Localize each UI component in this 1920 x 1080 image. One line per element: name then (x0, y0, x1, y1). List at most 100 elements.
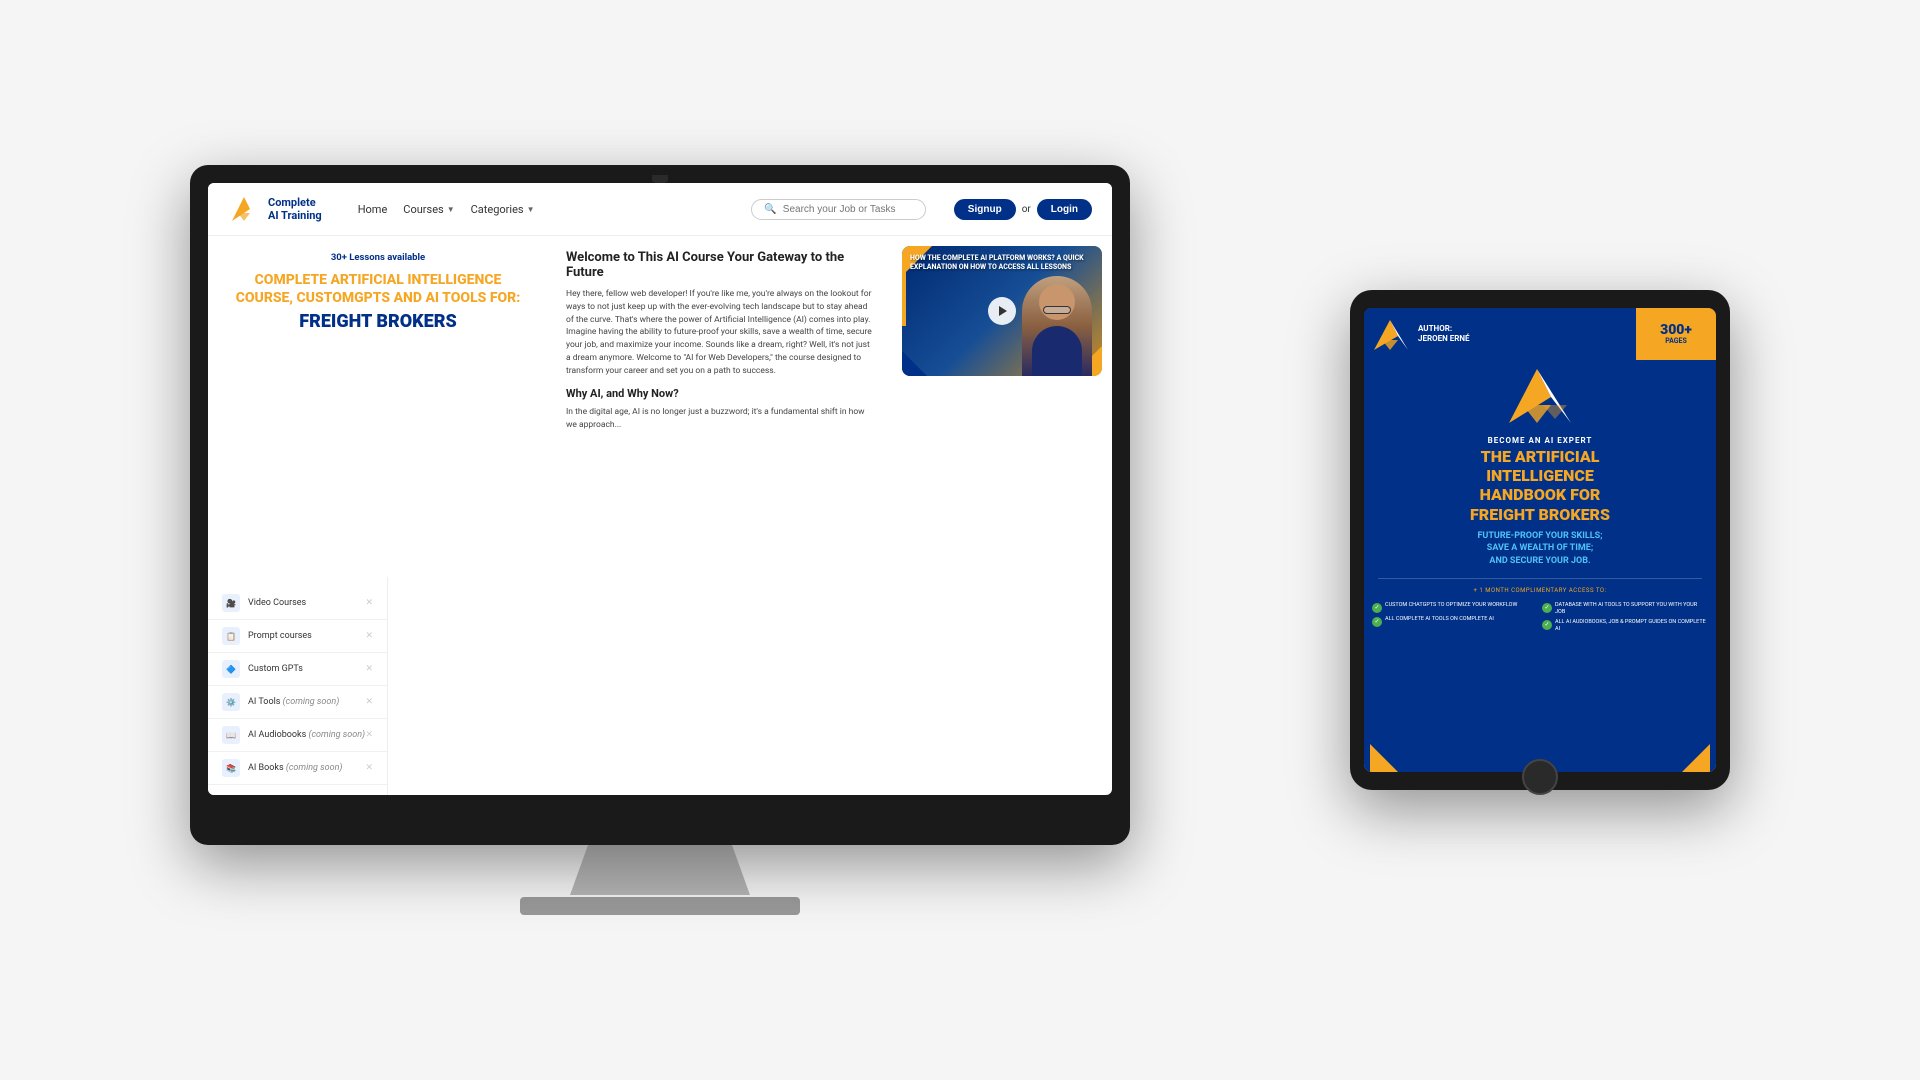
check-icon-2: ✓ (1542, 603, 1552, 613)
monitor-base (520, 897, 800, 915)
ai-tools-icon: ⚙️ (222, 693, 240, 711)
nav-categories[interactable]: Categories ▼ (471, 203, 535, 216)
hero-title: COMPLETE ARTIFICIAL INTELLIGENCE COURSE,… (228, 271, 528, 307)
sidebar-video-courses[interactable]: 🎥 Video Courses ✕ (208, 587, 387, 620)
search-icon: 🔍 (764, 204, 776, 215)
feature-text-1: CUSTOM CHATGPTS TO OPTIMIZE YOUR WORKFLO… (1385, 602, 1517, 609)
nav-links: Home Courses ▼ Categories ▼ (358, 203, 535, 216)
sidebar: 🎥 Video Courses ✕ 📋 Prompt courses (208, 577, 388, 795)
book-cover: AUTHOR: JEROEN ERNÉ 300+ PAGES (1364, 308, 1716, 772)
desktop-monitor: Complete AI Training Home Courses ▼ (190, 165, 1130, 915)
article-body: Hey there, fellow web developer! If you'… (566, 288, 874, 377)
sidebar-label: Custom GPTs (248, 664, 303, 674)
left-panel: 30+ Lessons available COMPLETE ARTIFICIA… (208, 236, 548, 795)
check-icon-3: ✓ (1372, 617, 1382, 627)
book-divider (1378, 578, 1702, 579)
main-content: 30+ Lessons available COMPLETE ARTIFICIA… (208, 236, 1112, 795)
video-text-overlay: HOW THE COMPLETE AI PLATFORM WORKS? A QU… (910, 254, 1102, 272)
tablet: AUTHOR: JEROEN ERNÉ 300+ PAGES (1350, 290, 1730, 790)
tablet-frame: AUTHOR: JEROEN ERNÉ 300+ PAGES (1350, 290, 1730, 790)
check-icon-4: ✓ (1542, 620, 1552, 630)
sidebar-prompt-courses[interactable]: 📋 Prompt courses ✕ (208, 620, 387, 653)
monitor-screen: Complete AI Training Home Courses ▼ (208, 183, 1112, 795)
article-subheading: Why AI, and Why Now? (566, 387, 874, 400)
tablet-screen: AUTHOR: JEROEN ERNÉ 300+ PAGES (1364, 308, 1716, 772)
book-pages-count: 300+ (1660, 323, 1692, 337)
sidebar-label: AI Audiobooks (coming soon) (248, 730, 365, 740)
feature-text-2: DATABASE WITH AI TOOLS TO SUPPORT YOU WI… (1555, 602, 1708, 616)
book-feature-1: ✓ CUSTOM CHATGPTS TO OPTIMIZE YOUR WORKF… (1372, 602, 1538, 613)
video-thumbnail[interactable]: HOW THE COMPLETE AI PLATFORM WORKS? A QU… (902, 246, 1102, 376)
triangle-left (1370, 744, 1398, 772)
monitor-frame: Complete AI Training Home Courses ▼ (190, 165, 1130, 845)
person-image (1022, 276, 1092, 376)
search-input[interactable] (783, 204, 913, 215)
book-tagline: FUTURE-PROOF YOUR SKILLS; SAVE A WEALTH … (1364, 524, 1716, 574)
triangle-right (1682, 744, 1710, 772)
search-bar[interactable]: 🔍 (751, 199, 925, 220)
video-courses-icon: 🎥 (222, 594, 240, 612)
login-button[interactable]: Login (1037, 199, 1092, 220)
nav-courses[interactable]: Courses ▼ (403, 203, 454, 216)
feature-text-3: ALL COMPLETE AI TOOLS ON COMPLETE AI (1385, 616, 1494, 623)
sidebar-ai-audiobooks[interactable]: 📖 AI Audiobooks (coming soon) ✕ (208, 719, 387, 752)
ai-audiobooks-icon: 📖 (222, 726, 240, 744)
book-pages-area: 300+ PAGES (1636, 308, 1716, 360)
book-logo-small (1372, 316, 1412, 352)
video-orange-bar (902, 266, 906, 326)
video-section: HOW THE COMPLETE AI PLATFORM WORKS? A QU… (892, 236, 1112, 795)
book-feature-2: ✓ DATABASE WITH AI TOOLS TO SUPPORT YOU … (1542, 602, 1708, 616)
book-top-bar: AUTHOR: JEROEN ERNÉ 300+ PAGES (1364, 308, 1716, 360)
logo: Complete AI Training (228, 193, 322, 225)
prompt-courses-icon: 📋 (222, 627, 240, 645)
sidebar-close-icon[interactable]: ✕ (365, 763, 373, 773)
video-title-text: HOW THE COMPLETE AI PLATFORM WORKS? A QU… (910, 254, 1102, 272)
book-main-title: THE ARTIFICIAL INTELLIGENCE HANDBOOK FOR… (1364, 447, 1716, 524)
sidebar-close-icon[interactable]: ✕ (365, 697, 373, 707)
sidebar-ai-books[interactable]: 📚 AI Books (coming soon) ✕ (208, 752, 387, 785)
categories-chevron: ▼ (527, 205, 535, 214)
sidebar-label: Prompt courses (248, 631, 312, 641)
nav-home[interactable]: Home (358, 203, 388, 216)
tablet-home-button[interactable] (1522, 759, 1558, 795)
sidebar-close-icon[interactable]: ✕ (365, 730, 373, 740)
article-content: Welcome to This AI Course Your Gateway t… (548, 236, 892, 795)
feature-text-4: ALL AI AUDIOBOOKS, JOB & PROMPT GUIDES O… (1555, 619, 1708, 633)
video-play-button[interactable] (988, 297, 1016, 325)
person-body (1032, 326, 1082, 376)
article-body2: In the digital age, AI is no longer just… (566, 406, 874, 432)
or-label: or (1022, 204, 1031, 215)
custom-gpts-icon: 🔷 (222, 660, 240, 678)
triangle-bottomleft (902, 351, 927, 376)
book-features-col2: ✓ DATABASE WITH AI TOOLS TO SUPPORT YOU … (1542, 602, 1708, 634)
monitor-camera (652, 175, 668, 183)
book-author-name: JEROEN ERNÉ (1418, 334, 1470, 344)
lessons-badge: 30+ Lessons available (228, 252, 528, 263)
sidebar-label: AI Books (coming soon) (248, 763, 342, 773)
hero-section: 30+ Lessons available COMPLETE ARTIFICIA… (208, 236, 548, 577)
sidebar-custom-gpts[interactable]: 🔷 Custom GPTs ✕ (208, 653, 387, 686)
person-head (1039, 284, 1075, 320)
nav-buttons: Signup or Login (954, 199, 1092, 220)
logo-icon (228, 193, 260, 225)
navbar: Complete AI Training Home Courses ▼ (208, 183, 1112, 236)
scene: Complete AI Training Home Courses ▼ (0, 0, 1920, 1080)
courses-chevron: ▼ (447, 205, 455, 214)
sidebar-close-icon[interactable]: ✕ (365, 598, 373, 608)
book-access-text: + 1 MONTH COMPLIMENTARY ACCESS TO: (1364, 583, 1716, 598)
sidebar-close-icon[interactable]: ✕ (365, 631, 373, 641)
book-become-text: BECOME AN AI EXPERT (1364, 430, 1716, 447)
monitor-stand (570, 845, 750, 895)
sidebar-ai-tools[interactable]: ⚙️ AI Tools (coming soon) ✕ (208, 686, 387, 719)
check-icon-1: ✓ (1372, 603, 1382, 613)
signup-button[interactable]: Signup (954, 199, 1016, 220)
sidebar-label: AI Tools (coming soon) (248, 697, 339, 707)
sidebar-close-icon[interactable]: ✕ (365, 664, 373, 674)
book-author-area: AUTHOR: JEROEN ERNÉ (1364, 308, 1636, 360)
book-logo-area (1364, 360, 1716, 430)
sidebar-label: Video Courses (248, 598, 306, 608)
book-main-logo (1505, 363, 1575, 427)
hero-main-title: FREIGHT BROKERS (228, 311, 528, 332)
website: Complete AI Training Home Courses ▼ (208, 183, 1112, 795)
article-heading: Welcome to This AI Course Your Gateway t… (566, 250, 874, 280)
